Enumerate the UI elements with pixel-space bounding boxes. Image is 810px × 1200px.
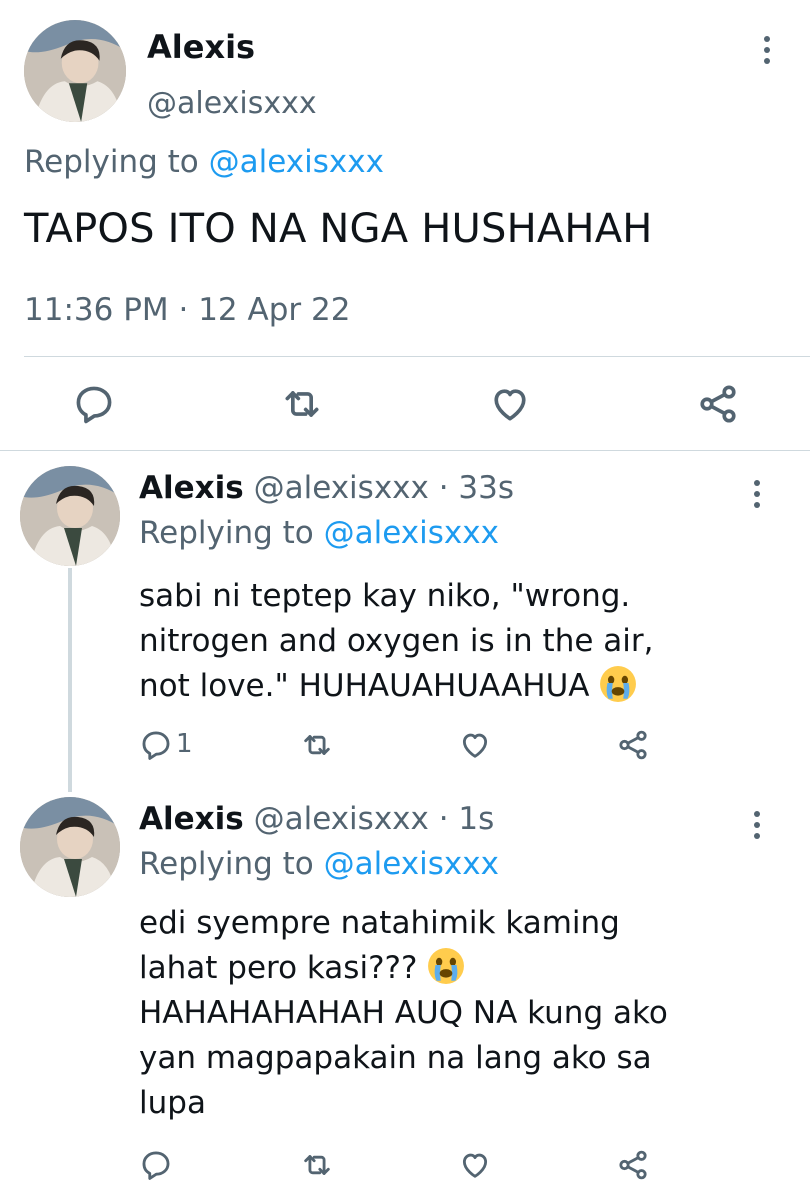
author-name[interactable]: Alexis <box>139 470 244 506</box>
crying-face-icon <box>599 665 637 703</box>
text-line: sabi ni teptep kay niko, "wrong. <box>139 578 631 614</box>
profile-photo <box>20 797 120 897</box>
avatar[interactable] <box>20 797 120 897</box>
replying-to: Replying to @alexisxxx <box>24 144 384 180</box>
avatar[interactable] <box>24 20 126 122</box>
tweet-timestamp[interactable]: 11:36 PM · 12 Apr 22 <box>24 292 350 328</box>
tweet-text: edi syempre natahimik kaming lahat pero … <box>139 901 779 1126</box>
retweet-icon[interactable] <box>300 1148 334 1182</box>
author-handle[interactable]: @alexisxxx <box>147 86 317 121</box>
tweet-thread: Alexis @alexisxxx Replying to @alexisxxx… <box>0 0 810 1200</box>
author-name[interactable]: Alexis <box>147 28 255 66</box>
text-line: not love." HUHAUAHUAAHUA <box>139 668 590 704</box>
reply-icon[interactable] <box>72 382 116 426</box>
more-options-icon[interactable] <box>747 474 767 514</box>
handle-time: @alexisxxx · 33s <box>253 470 515 506</box>
crying-face-icon <box>427 947 465 985</box>
text-line: edi syempre natahimik kaming <box>139 905 620 941</box>
like-icon[interactable] <box>458 1148 492 1182</box>
avatar[interactable] <box>20 466 120 566</box>
replying-mention[interactable]: @alexisxxx <box>324 515 499 551</box>
reply-count: 1 <box>176 729 193 759</box>
profile-photo <box>24 20 126 122</box>
share-icon[interactable] <box>616 1148 650 1182</box>
replying-label: Replying to <box>139 515 314 551</box>
text-line-with-emoji: lahat pero kasi??? <box>139 946 779 991</box>
replying-mention[interactable]: @alexisxxx <box>324 846 499 882</box>
retweet-icon[interactable] <box>300 728 334 762</box>
like-icon[interactable] <box>488 382 532 426</box>
text-line: HAHAHAHAHAH AUQ NA kung ako <box>139 995 668 1031</box>
share-icon[interactable] <box>696 382 740 426</box>
more-options-icon[interactable] <box>747 805 767 845</box>
retweet-icon[interactable] <box>280 382 324 426</box>
reply-header[interactable]: Alexis @alexisxxx · 33s <box>139 470 514 506</box>
text-line: lupa <box>139 1085 206 1121</box>
text-line: yan magpapakain na lang ako sa <box>139 1040 652 1076</box>
like-icon[interactable] <box>458 728 492 762</box>
reply-header[interactable]: Alexis @alexisxxx · 1s <box>139 801 494 837</box>
replying-label: Replying to <box>24 144 199 180</box>
replying-to: Replying to @alexisxxx <box>139 846 499 882</box>
reply-icon[interactable] <box>139 728 173 762</box>
handle-time: @alexisxxx · 1s <box>253 801 495 837</box>
text-line-with-emoji: not love." HUHAUAHUAAHUA <box>139 664 779 709</box>
replying-label: Replying to <box>139 846 314 882</box>
thread-connector <box>68 568 72 792</box>
profile-photo <box>20 466 120 566</box>
tweet-text: sabi ni teptep kay niko, "wrong. nitroge… <box>139 574 779 709</box>
reply-icon[interactable] <box>139 1148 173 1182</box>
main-tweet[interactable]: Alexis @alexisxxx Replying to @alexisxxx… <box>0 0 810 450</box>
more-options-icon[interactable] <box>757 30 777 70</box>
text-line: nitrogen and oxygen is in the air, <box>139 623 654 659</box>
share-icon[interactable] <box>616 728 650 762</box>
divider <box>24 356 810 357</box>
tweet-text: TAPOS ITO NA NGA HUSHAHAH <box>24 206 653 252</box>
replying-mention[interactable]: @alexisxxx <box>209 144 384 180</box>
author-name[interactable]: Alexis <box>139 801 244 837</box>
section-separator <box>0 450 810 451</box>
text-line: lahat pero kasi??? <box>139 950 418 986</box>
replying-to: Replying to @alexisxxx <box>139 515 499 551</box>
